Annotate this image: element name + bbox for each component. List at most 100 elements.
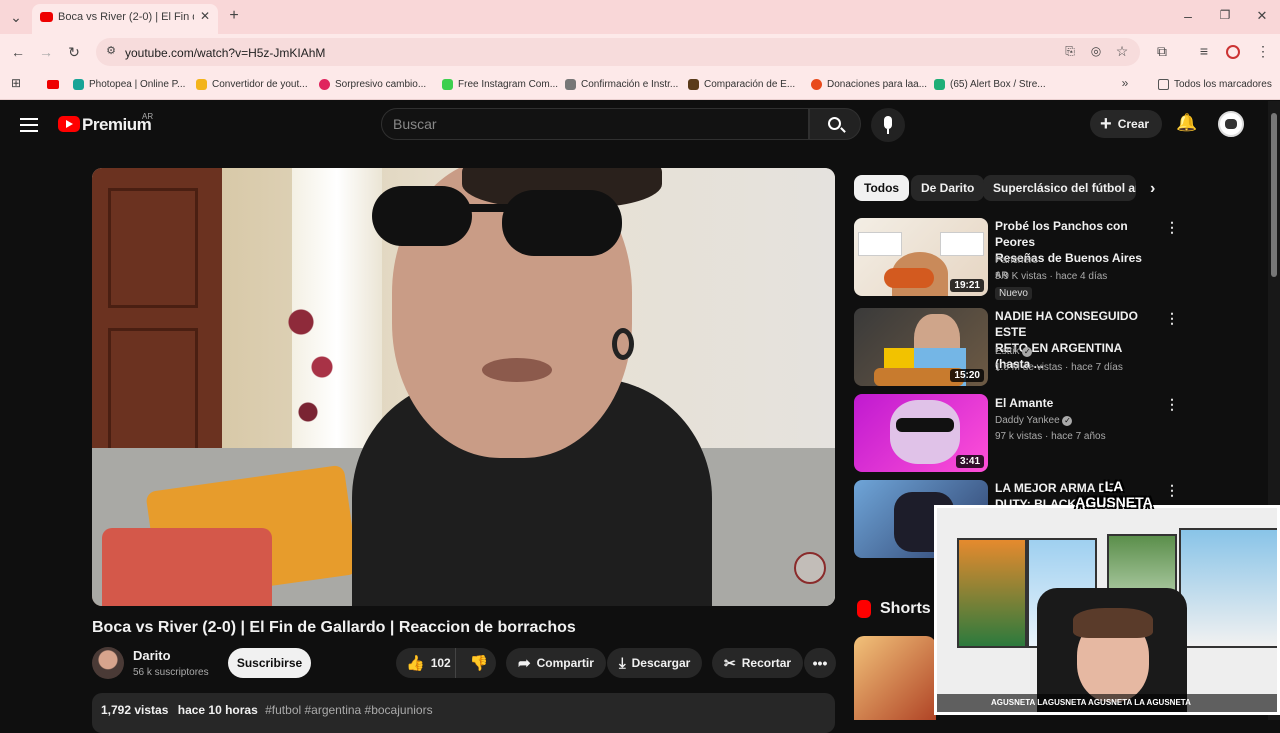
rec-thumbnail-2[interactable]: 3:41 <box>854 394 988 472</box>
dislike-button[interactable]: 👎 <box>462 648 496 678</box>
subscriber-count: 56 k suscriptores <box>133 667 209 678</box>
like-button[interactable]: 👍 102 <box>396 648 457 678</box>
folder-icon <box>1158 78 1169 90</box>
forward-arrow-icon[interactable]: → <box>38 44 54 60</box>
search-button[interactable] <box>809 108 861 140</box>
extensions-icon[interactable]: ⧉ <box>1154 43 1170 59</box>
bookmark-item-5[interactable]: Comparación de E... <box>688 77 795 91</box>
hamburger-menu-icon[interactable] <box>20 116 38 132</box>
account-avatar[interactable] <box>1218 111 1244 137</box>
all-bookmarks-folder[interactable]: Todos los marcadores <box>1158 77 1272 91</box>
restore-icon[interactable]: ❐ <box>1217 8 1233 24</box>
browser-menu-icon[interactable]: ⋮ <box>1256 43 1270 59</box>
video-player[interactable] <box>92 168 835 606</box>
channel-watermark-icon[interactable] <box>794 552 826 584</box>
channel-avatar[interactable] <box>92 647 124 679</box>
channel-name[interactable]: Darito <box>133 648 171 663</box>
apps-grid-icon[interactable]: ⊞ <box>8 76 24 92</box>
bookmark-favicon-icon <box>196 78 207 90</box>
rec-meta-0: 5.9 K vistas · hace 4 días <box>995 271 1108 282</box>
tab-close-icon[interactable]: ✕ <box>198 9 212 23</box>
close-window-icon[interactable]: ✕ <box>1254 8 1270 24</box>
download-icon: ⤓ <box>619 654 626 672</box>
region-code: AR <box>142 112 154 121</box>
view-count: 1,792 vistas <box>101 703 169 717</box>
download-button[interactable]: ⤓ Descargar <box>607 648 703 678</box>
back-arrow-icon[interactable]: ← <box>10 44 26 60</box>
bookmark-item-3[interactable]: Free Instagram Com... <box>442 77 558 91</box>
webcam-socials-text: AGUSNETA LAGUSNETA AGUSNETA LA AGUSNETA <box>991 698 1191 707</box>
scissors-icon: ✂ <box>724 654 736 671</box>
bookmark-item-6[interactable]: Donaciones para laa... <box>811 77 927 91</box>
rec-channel-1[interactable]: Esttik ✓ <box>995 346 1033 357</box>
rec-menu-icon-2[interactable]: ⋮ <box>1165 396 1179 413</box>
more-horizontal-icon: ••• <box>812 655 828 671</box>
url-text: youtube.com/watch?v=H5z-JmKIAhM <box>125 46 326 60</box>
video-title: Boca vs River (2-0) | El Fin de Gallardo… <box>92 619 576 636</box>
rec-duration: 19:21 <box>950 279 984 292</box>
video-person <box>312 168 712 606</box>
install-app-icon[interactable]: ⎘ <box>1062 44 1078 60</box>
rec-thumbnail-0[interactable]: 19:21 <box>854 218 988 296</box>
search-box[interactable] <box>381 108 809 140</box>
youtube-logo[interactable]: Premium AR <box>58 112 158 139</box>
bookmark-star-icon[interactable]: ☆ <box>1114 43 1130 59</box>
microphone-icon <box>884 116 892 129</box>
tab-search-chevron-icon[interactable]: ⌄ <box>8 9 24 25</box>
rec-thumbnail-1[interactable]: 15:20 <box>854 308 988 386</box>
shorts-thumbnail[interactable] <box>854 636 936 720</box>
rec-menu-icon-0[interactable]: ⋮ <box>1165 219 1179 236</box>
chips-next-chevron-icon[interactable]: › <box>1150 180 1155 198</box>
eye-off-icon[interactable]: ◎ <box>1088 44 1104 60</box>
bookmark-favicon-icon <box>442 78 453 90</box>
logo-text: Premium <box>82 115 152 134</box>
hashtags[interactable]: #futbol #argentina #bocajuniors <box>265 703 432 717</box>
share-button[interactable]: ➦ Compartir <box>506 648 606 678</box>
page-scrollbar-thumb[interactable] <box>1271 113 1277 277</box>
share-arrow-icon: ➦ <box>518 655 531 672</box>
chip-de-darito[interactable]: De Darito <box>911 175 985 201</box>
upload-age: hace 10 horas <box>177 703 258 717</box>
site-info-icon[interactable]: ⚙ <box>104 44 118 58</box>
chip-superclasico[interactable]: Superclásico del fútbol arge <box>983 175 1136 201</box>
tab-title: Boca vs River (2-0) | El Fin de G <box>58 11 194 23</box>
thumbs-up-icon: 👍 <box>406 655 425 672</box>
bookmark-favicon-icon <box>319 78 330 90</box>
bookmark-favicon-icon <box>565 78 576 90</box>
reload-icon[interactable]: ↻ <box>66 44 82 60</box>
rec-duration: 3:41 <box>955 455 984 468</box>
rec-title-2[interactable]: El Amante <box>995 395 1155 411</box>
minimize-icon[interactable]: – <box>1180 8 1196 24</box>
shorts-heading: Shorts <box>880 600 931 617</box>
bookmark-favicon-icon <box>73 78 84 90</box>
bookmark-item-0[interactable]: Photopea | Online P... <box>73 77 185 91</box>
clip-button[interactable]: ✂ Recortar <box>712 648 804 678</box>
rec-channel-0[interactable]: Panchero <box>995 255 1038 266</box>
notifications-bell-icon[interactable]: 🔔 <box>1176 113 1197 133</box>
more-bookmarks-icon[interactable]: » <box>1118 76 1132 90</box>
rec-meta-1: 1.6 M de vistas · hace 7 días <box>995 362 1123 373</box>
bookmark-item-7[interactable]: (65) Alert Box / Stre... <box>934 77 1046 91</box>
chip-todos[interactable]: Todos <box>854 175 910 201</box>
bookmark-item-4[interactable]: Confirmación e Instr... <box>565 77 678 91</box>
youtube-bookmark-icon[interactable] <box>47 80 59 89</box>
youtube-favicon-icon <box>40 12 53 22</box>
verified-check-icon: ✓ <box>1062 416 1073 426</box>
rec-menu-icon-3[interactable]: ⋮ <box>1165 482 1179 499</box>
rec-channel-2[interactable]: Daddy Yankee ✓ <box>995 415 1073 426</box>
create-button[interactable]: + Crear <box>1090 110 1162 138</box>
profile-icon[interactable] <box>1226 45 1240 59</box>
rec-menu-icon-1[interactable]: ⋮ <box>1165 310 1179 327</box>
subscribe-button[interactable]: Suscribirse <box>228 648 311 678</box>
video-sunglasses <box>372 186 632 256</box>
shorts-logo-icon <box>857 600 871 618</box>
search-input-placeholder: Buscar <box>393 116 437 132</box>
new-tab-plus-icon[interactable]: + <box>226 7 242 25</box>
bookmark-item-2[interactable]: Sorpresivo cambio... <box>319 77 426 91</box>
more-actions-button[interactable]: ••• <box>804 648 836 678</box>
media-controls-icon[interactable]: ≡ <box>1196 43 1212 59</box>
voice-search-button[interactable] <box>871 108 905 142</box>
bookmark-item-1[interactable]: Convertidor de yout... <box>196 77 308 91</box>
streamer-brand-logo: LA AGUSNETA <box>1075 478 1153 510</box>
plus-icon: + <box>1100 113 1112 135</box>
